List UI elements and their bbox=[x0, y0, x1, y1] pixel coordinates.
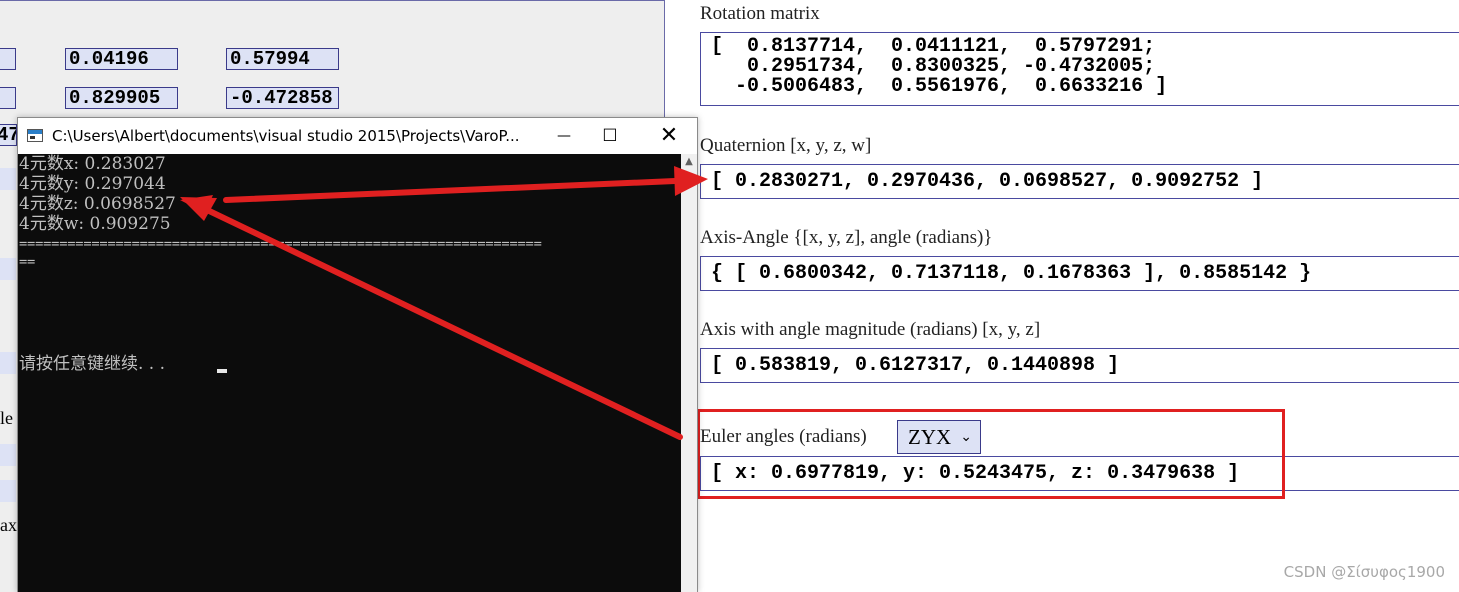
console-window[interactable]: C:\Users\Albert\documents\visual studio … bbox=[17, 117, 698, 592]
close-icon: ✕ bbox=[659, 123, 679, 148]
maximize-icon: ☐ bbox=[602, 126, 618, 146]
axis-magnitude-output[interactable]: [ 0.583819, 0.6127317, 0.1440898 ] bbox=[700, 348, 1459, 383]
quaternion-output[interactable]: [ 0.2830271, 0.2970436, 0.0698527, 0.909… bbox=[700, 164, 1459, 199]
matrix-cell-stub[interactable] bbox=[0, 48, 16, 70]
panel-row-stripe bbox=[0, 258, 16, 280]
panel-row-stripe bbox=[0, 480, 16, 502]
console-app-icon bbox=[27, 129, 43, 142]
axis-magnitude-label: Axis with angle magnitude (radians) [x, … bbox=[700, 319, 1041, 340]
panel-row-stripe bbox=[0, 352, 16, 374]
minimize-icon: — bbox=[557, 128, 571, 144]
panel-label-fragment: ax bbox=[0, 515, 17, 535]
matrix-cell-partial[interactable]: 47 bbox=[0, 124, 17, 146]
matrix-cell[interactable]: 0.04196 bbox=[65, 48, 178, 70]
matrix-row: -0.5006483, 0.5561976, 0.6633216 ] bbox=[711, 75, 1168, 98]
matrix-cell[interactable]: 0.57994 bbox=[226, 48, 339, 70]
rotation-matrix-output[interactable]: [ 0.8137714, 0.0411121, 0.5797291; 0.295… bbox=[700, 32, 1459, 106]
maximize-button[interactable]: ☐ bbox=[587, 118, 633, 154]
axis-angle-label: Axis-Angle {[x, y, z], angle (radians)} bbox=[700, 227, 993, 248]
matrix-cell-stub[interactable] bbox=[0, 87, 16, 109]
close-button[interactable]: ✕ bbox=[646, 118, 692, 154]
panel-label-fragment: le bbox=[0, 408, 13, 428]
matrix-cell[interactable]: 0.829905 bbox=[65, 87, 178, 109]
console-line: 4元数x: 0.283027 bbox=[19, 154, 166, 174]
console-separator: ========================================… bbox=[19, 236, 542, 252]
console-line: 4元数y: 0.297044 bbox=[19, 174, 166, 194]
quaternion-label: Quaternion [x, y, z, w] bbox=[700, 135, 872, 156]
matrix-cell[interactable]: -0.472858 bbox=[226, 87, 339, 109]
axis-angle-output[interactable]: { [ 0.6800342, 0.7137118, 0.1678363 ], 0… bbox=[700, 256, 1459, 291]
panel-row-stripe bbox=[0, 444, 16, 466]
euler-highlight-frame bbox=[697, 409, 1285, 499]
text-cursor bbox=[217, 369, 227, 373]
rotation-matrix-label: Rotation matrix bbox=[700, 3, 820, 24]
panel-row-stripe bbox=[0, 168, 16, 190]
console-line: 4元数z: 0.0698527 bbox=[19, 194, 176, 214]
console-prompt: 请按任意键继续. . . bbox=[19, 354, 166, 374]
console-separator-tail: == bbox=[19, 254, 36, 270]
panel-top-rule bbox=[0, 0, 664, 1]
console-line: 4元数w: 0.909275 bbox=[19, 214, 171, 234]
console-title-bar[interactable]: C:\Users\Albert\documents\visual studio … bbox=[18, 118, 697, 154]
csdn-watermark: CSDN @Σίσυφος1900 bbox=[1283, 563, 1445, 581]
scroll-up-icon[interactable]: ▲ bbox=[681, 156, 697, 170]
console-output: 4元数x: 0.283027 4元数y: 0.297044 4元数z: 0.06… bbox=[18, 154, 681, 592]
console-scrollbar[interactable]: ▲ bbox=[681, 154, 697, 592]
console-window-title: C:\Users\Albert\documents\visual studio … bbox=[52, 127, 520, 145]
minimize-button[interactable]: — bbox=[541, 118, 587, 154]
